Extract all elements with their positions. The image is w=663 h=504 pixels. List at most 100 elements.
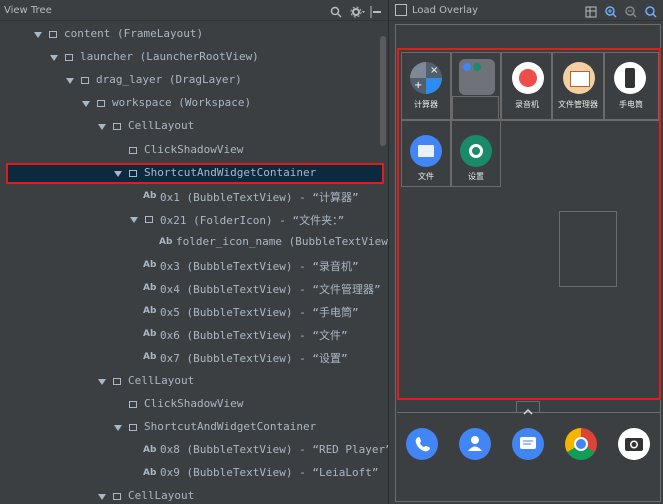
- tree-row-label: content (FrameLayout): [64, 27, 204, 40]
- tree-row-label: ShortcutAndWidgetContainer: [144, 419, 317, 433]
- app-label: 设置: [468, 172, 484, 181]
- load-overlay-icon[interactable]: [395, 4, 407, 16]
- zoom-out-icon[interactable]: [625, 3, 637, 18]
- view-group-icon: [113, 377, 121, 385]
- tree-row-label: 0x4 (BubbleTextView) - “文件管理器”: [160, 283, 381, 297]
- tree-row[interactable]: ClickShadowView: [0, 393, 388, 416]
- files-icon: [410, 135, 442, 167]
- tree-row-label: launcher (LauncherRootView): [80, 50, 259, 64]
- grid-icon[interactable]: [585, 3, 597, 18]
- folder-label-box: [452, 96, 499, 120]
- tree-row-label: ClickShadowView: [144, 142, 244, 156]
- tree-row[interactable]: drag_layer (DragLayer): [0, 69, 388, 92]
- all-apps-handle[interactable]: [516, 401, 540, 415]
- phone-icon[interactable]: [406, 428, 438, 460]
- expand-toggle-icon[interactable]: [98, 494, 106, 500]
- zoom-reset-icon[interactable]: [645, 3, 657, 18]
- view-group-icon: [129, 169, 137, 177]
- app-label: 计算器: [414, 100, 438, 109]
- view-tree-header: View Tree: [0, 0, 388, 21]
- tree-row[interactable]: CellLayout: [0, 485, 388, 504]
- view-group-icon: [81, 77, 89, 85]
- zoom-in-icon[interactable]: [605, 3, 617, 18]
- search-icon[interactable]: [330, 3, 342, 18]
- chrome-icon[interactable]: [565, 428, 597, 460]
- tree-row[interactable]: Ab 0x7 (BubbleTextView) - “设置”: [0, 346, 388, 369]
- tree-row-label: 0x21 (FolderIcon) - “文件夹：”: [160, 213, 345, 227]
- tree-row-label: ClickShadowView: [144, 396, 244, 410]
- view-tree-title: View Tree: [4, 4, 52, 16]
- tree-row-label: folder_icon_name (BubbleTextView): [176, 234, 388, 248]
- tree-row-label: ShortcutAndWidgetContainer: [144, 165, 317, 179]
- expand-toggle-icon[interactable]: [98, 124, 106, 131]
- recorder-icon: [512, 62, 544, 94]
- contacts-icon[interactable]: [459, 428, 491, 460]
- view-group-icon: [97, 100, 105, 108]
- flashlight-icon: [614, 62, 646, 94]
- text-view-icon: Ab: [143, 260, 157, 270]
- text-view-icon: Ab: [143, 306, 157, 317]
- tree-row[interactable]: ClickShadowView: [0, 139, 388, 162]
- tree-row-label: CellLayout: [128, 119, 195, 133]
- tree-row[interactable]: Ab 0x1 (BubbleTextView) - “计算器”: [0, 185, 388, 208]
- expand-toggle-icon[interactable]: [98, 378, 106, 385]
- tree-row[interactable]: ShortcutAndWidgetContainer: [0, 416, 388, 439]
- tree-row[interactable]: ShortcutAndWidgetContainer: [0, 162, 388, 185]
- tree-row[interactable]: Ab 0x5 (BubbleTextView) - “手电筒”: [0, 300, 388, 323]
- tree-row-label: 0x9 (BubbleTextView) - “LeiaLoft”: [160, 465, 379, 479]
- app-label: 录音机: [515, 100, 539, 109]
- view-group-icon: [129, 423, 137, 431]
- view-group-icon: [129, 146, 137, 154]
- camera-icon[interactable]: [618, 428, 650, 460]
- expand-toggle-icon[interactable]: [50, 55, 58, 62]
- tree-row[interactable]: 0x21 (FolderIcon) - “文件夹：”: [0, 208, 388, 231]
- tree-row-label: drag_layer (DragLayer): [96, 73, 242, 87]
- tree-row-label: 0x5 (BubbleTextView) - “手电筒”: [160, 306, 359, 320]
- tree-row[interactable]: CellLayout: [0, 115, 388, 138]
- tree-row-label: CellLayout: [128, 489, 195, 502]
- tree-row[interactable]: Ab 0x8 (BubbleTextView) - “RED Player”: [0, 439, 388, 462]
- tree-row[interactable]: content (FrameLayout): [0, 23, 388, 46]
- text-view-icon: Ab: [143, 329, 157, 340]
- view-group-icon: [49, 31, 57, 38]
- expand-toggle-icon[interactable]: [114, 170, 122, 177]
- tree-row[interactable]: CellLayout: [0, 370, 388, 393]
- tree-row-label: 0x8 (BubbleTextView) - “RED Player”: [160, 442, 388, 456]
- expand-toggle-icon[interactable]: [114, 424, 122, 431]
- text-view-icon: Ab: [143, 467, 157, 478]
- messages-icon[interactable]: [512, 428, 544, 460]
- expand-toggle-icon[interactable]: [130, 216, 138, 223]
- hide-panel-icon[interactable]: [370, 3, 382, 18]
- tree-row-label: 0x3 (BubbleTextView) - “录音机”: [160, 260, 359, 273]
- tree-row[interactable]: Ab 0x4 (BubbleTextView) - “文件管理器”: [0, 277, 388, 300]
- file-manager-icon: [563, 62, 595, 94]
- tree-row-label: workspace (Workspace): [112, 96, 252, 110]
- view-group-icon: [129, 400, 137, 408]
- tree-row[interactable]: workspace (Workspace): [0, 92, 388, 115]
- tree-row[interactable]: Ab 0x9 (BubbleTextView) - “LeiaLoft”: [0, 462, 388, 485]
- text-view-icon: Ab: [143, 190, 157, 201]
- text-view-icon: Ab: [159, 236, 173, 247]
- view-tree-panel: View Tree content (FrameLayout) launcher …: [0, 0, 388, 504]
- empty-widget-box: [559, 211, 617, 287]
- tree-row[interactable]: Ab 0x3 (BubbleTextView) - “录音机”: [0, 254, 388, 277]
- tree-row-label: 0x1 (BubbleTextView) - “计算器”: [160, 190, 359, 204]
- app-label: 手电筒: [619, 100, 643, 109]
- tree-row[interactable]: launcher (LauncherRootView): [0, 46, 388, 69]
- expand-toggle-icon[interactable]: [34, 32, 42, 38]
- app-label: 文件: [418, 172, 434, 181]
- load-overlay-label[interactable]: Load Overlay: [412, 5, 478, 16]
- tree-row-label: CellLayout: [128, 373, 195, 387]
- expand-toggle-icon[interactable]: [82, 101, 90, 108]
- expand-toggle-icon[interactable]: [66, 78, 74, 85]
- view-group-icon: [113, 123, 121, 131]
- text-view-icon: Ab: [143, 444, 157, 455]
- view-group-icon: [145, 215, 153, 223]
- gear-icon[interactable]: [350, 3, 365, 18]
- tree-row-label: 0x7 (BubbleTextView) - “设置”: [160, 352, 348, 366]
- tree-row[interactable]: Ab folder_icon_name (BubbleTextView): [0, 231, 388, 254]
- folder-icon: [459, 59, 495, 95]
- tree-row-label: 0x6 (BubbleTextView) - “文件”: [160, 329, 348, 343]
- view-group-icon: [113, 493, 121, 500]
- tree-row[interactable]: Ab 0x6 (BubbleTextView) - “文件”: [0, 323, 388, 346]
